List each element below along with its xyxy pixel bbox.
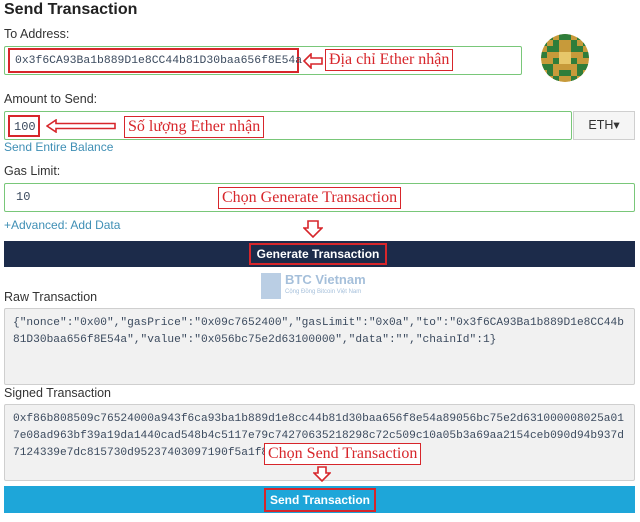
signed-transaction-label: Signed Transaction <box>4 386 112 400</box>
watermark-brand: BTC Vietnam <box>285 272 366 287</box>
address-identicon <box>541 34 589 82</box>
page-title: Send Transaction <box>4 1 138 18</box>
gas-limit-label: Gas Limit: <box>4 164 61 178</box>
advanced-add-data-link[interactable]: +Advanced: Add Data <box>4 218 120 232</box>
gas-limit-value: 10 <box>16 190 31 204</box>
send-transaction-label: Send Transaction <box>264 488 376 512</box>
to-address-value: 0x3f6CA93Ba1b889D1e8CC44b81D30baa656f8E5… <box>8 48 302 73</box>
raw-transaction-textarea[interactable]: {"nonce":"0x00","gasPrice":"0x09c7652400… <box>4 308 635 385</box>
btc-vietnam-watermark: BTC Vietnam Cộng Đồng Bitcoin Việt Nam <box>261 272 369 302</box>
watermark-logo-icon <box>261 273 281 299</box>
to-address-annotation: Địa chỉ Ether nhận <box>325 49 454 71</box>
amount-label: Amount to Send: <box>4 92 98 106</box>
generate-transaction-label: Generate Transaction <box>249 243 387 265</box>
red-arrow-icon <box>303 53 323 69</box>
currency-select[interactable]: ETH▾ <box>573 111 635 140</box>
send-entire-balance-link[interactable]: Send Entire Balance <box>4 140 113 154</box>
to-address-label: To Address: <box>4 27 70 41</box>
gas-limit-annotation: Chọn Generate Transaction <box>218 187 402 209</box>
raw-transaction-label: Raw Transaction <box>4 290 98 304</box>
red-arrow-down-icon <box>303 220 323 238</box>
amount-annotation: Số lượng Ether nhận <box>124 116 265 138</box>
signed-transaction-annotation: Chọn Send Transaction <box>264 443 422 465</box>
red-arrow-down-icon <box>313 466 331 482</box>
amount-value: 100 <box>8 115 40 137</box>
red-arrow-icon <box>46 119 116 133</box>
watermark-tagline: Cộng Đồng Bitcoin Việt Nam <box>285 289 362 295</box>
